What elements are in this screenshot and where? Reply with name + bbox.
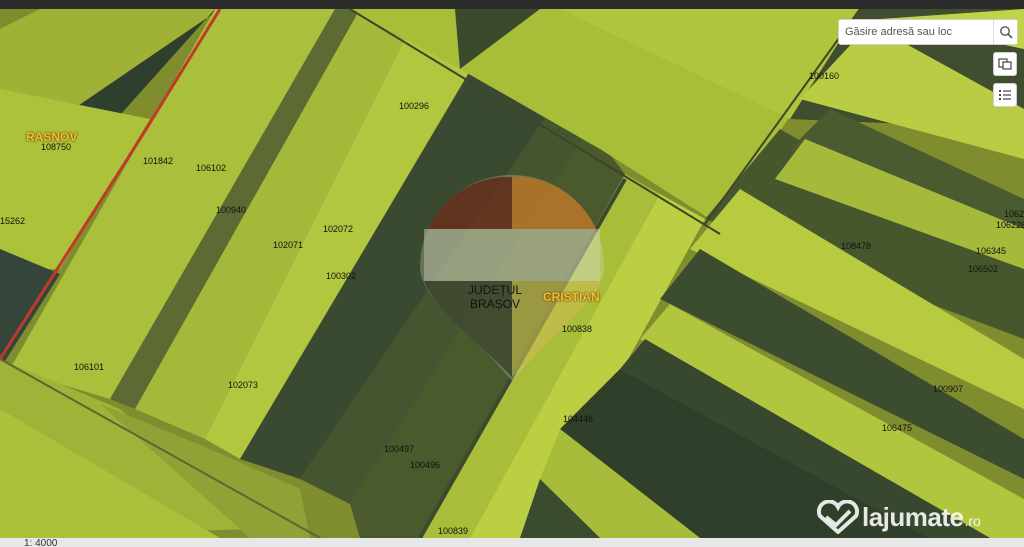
parcel-label: 108478 (841, 241, 872, 251)
parcel-label: 10622 (1004, 209, 1024, 219)
place-label-cristian: CRISTIAN (543, 290, 600, 304)
map-imagery (0, 9, 1024, 538)
parcel-label: 106475 (882, 423, 913, 433)
layers-icon (998, 58, 1012, 70)
legend-list-icon (999, 90, 1011, 100)
parcel-label: 15262 (0, 216, 26, 226)
layers-button[interactable] (993, 52, 1017, 76)
watermark-text: lajumate (862, 501, 964, 532)
parcel-label: 100302 (326, 271, 357, 281)
parcel-label: 102073 (228, 380, 259, 390)
search-box (838, 19, 1018, 45)
parcel-label: 100496 (410, 460, 441, 470)
satellite-map[interactable]: RASNOV CRISTIAN JUDEȚUL BRAȘOV 108750 10… (0, 9, 1024, 538)
parcel-label: 106502 (968, 264, 999, 274)
parcel-label: 100497 (384, 444, 415, 454)
legend-button[interactable] (993, 83, 1017, 107)
watermark-tld: .ro (964, 513, 981, 529)
parcel-label: 104446 (563, 414, 594, 424)
parcel-label: 102071 (273, 240, 304, 250)
parcel-label: 100839 (438, 526, 469, 536)
parcel-label: 102072 (323, 224, 354, 234)
county-label-line2: BRAȘOV (470, 297, 521, 311)
search-input[interactable] (839, 20, 993, 44)
parcel-label: 106101 (74, 362, 105, 372)
parcel-label: 106226 (996, 220, 1024, 230)
parcel-label: 100160 (809, 71, 840, 81)
heart-logo-icon (816, 500, 860, 534)
search-button[interactable] (993, 20, 1017, 44)
parcel-label: 106345 (976, 246, 1007, 256)
parcel-label: 100838 (562, 324, 593, 334)
county-label-line1: JUDEȚUL (468, 283, 523, 297)
search-icon (999, 26, 1013, 39)
parcel-label: 106102 (196, 163, 227, 173)
parcel-label: 100907 (933, 384, 964, 394)
county-label: JUDEȚUL BRAȘOV (468, 283, 522, 311)
parcel-label: 100296 (399, 101, 430, 111)
parcel-label: 101842 (143, 156, 174, 166)
watermark-logo: lajumate .ro (814, 500, 981, 534)
top-toolbar-strip (0, 0, 1024, 9)
parcel-label: 108750 (41, 142, 72, 152)
scale-bar: 1: 4000 (0, 538, 1024, 547)
scale-label: 1: 4000 (24, 538, 58, 547)
parcel-label: 100940 (216, 205, 247, 215)
